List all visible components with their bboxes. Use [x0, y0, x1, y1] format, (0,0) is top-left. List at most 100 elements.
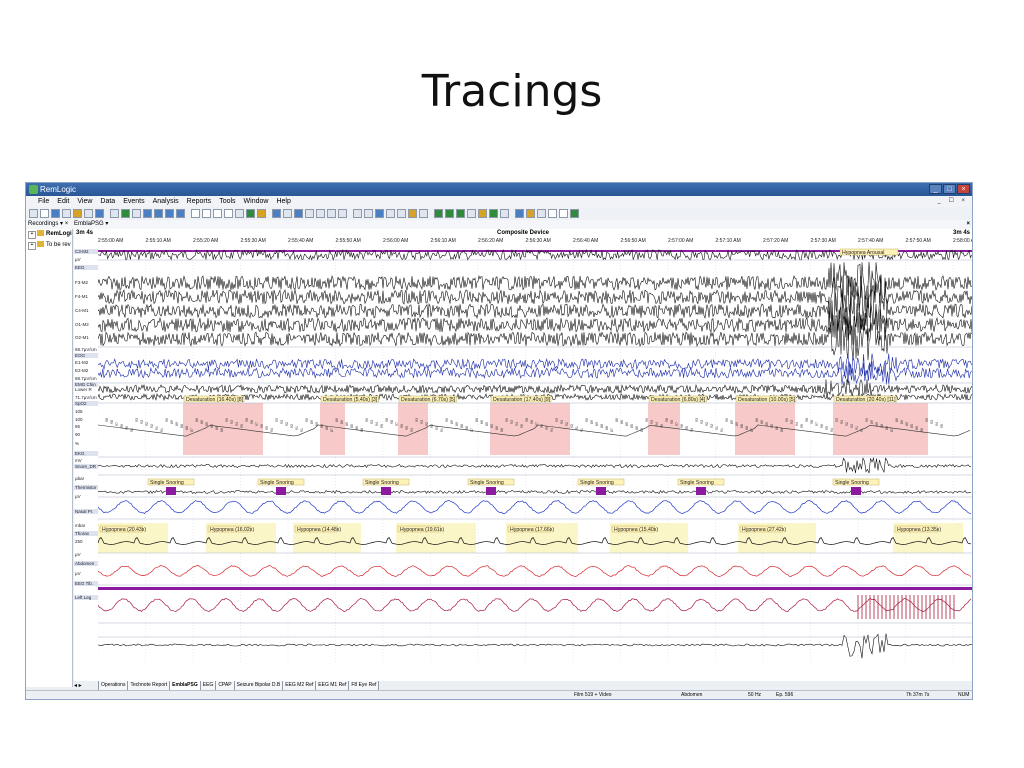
toolbar-tool-icon[interactable]: [338, 209, 347, 218]
toolbar-tool-icon[interactable]: [489, 209, 498, 218]
desaturation-region: [648, 403, 680, 455]
spo2-value-label: 86: [760, 420, 764, 424]
toolbar-tool-icon[interactable]: [515, 209, 524, 218]
toolbar-tool-icon[interactable]: [419, 209, 428, 218]
toolbar-tool-icon[interactable]: [445, 209, 454, 218]
toolbar-tool-icon[interactable]: [537, 209, 546, 218]
toolbar-tool-icon[interactable]: [143, 209, 152, 218]
toolbar-tool-icon[interactable]: [408, 209, 417, 218]
channel-label: E1-M2: [75, 360, 89, 365]
spo2-value-label: 88: [880, 424, 884, 428]
menu-window[interactable]: Window: [244, 196, 269, 207]
toolbar-tool-icon[interactable]: [364, 209, 373, 218]
signal-traces[interactable]: 98 98 98 98 98 9898 98 98 98 98 9897 97 97 97 97 9796 96…: [98, 247, 972, 663]
toolbar-tool-icon[interactable]: [29, 209, 38, 218]
toolbar-tool-icon[interactable]: [110, 209, 119, 218]
spo2-value-label: 95: [520, 424, 524, 428]
toolbar-tool-icon[interactable]: [500, 209, 509, 218]
embla-pane-header[interactable]: EmblaPSG ▾: [74, 220, 108, 229]
toolbar-tool-icon[interactable]: [84, 209, 93, 218]
toolbar-tool-icon[interactable]: [132, 209, 141, 218]
menu-tools[interactable]: Tools: [219, 196, 235, 207]
spo2-value-label: 85: [210, 424, 214, 428]
toolbar-tool-icon[interactable]: [570, 209, 579, 218]
thermistor-trace: [98, 500, 972, 515]
toolbar-tool-icon[interactable]: [327, 209, 336, 218]
spo2-value-label: 86: [895, 418, 899, 422]
minimize-button[interactable]: _: [929, 184, 942, 194]
menu-analysis[interactable]: Analysis: [153, 196, 179, 207]
toolbar-tool-icon[interactable]: [316, 209, 325, 218]
menu-file[interactable]: File: [38, 196, 49, 207]
mdi-controls[interactable]: _ ☐ ×: [937, 196, 968, 207]
spo2-value-label: 91: [575, 426, 579, 430]
spo2-value-label: 95: [240, 424, 244, 428]
expand-icon[interactable]: +: [28, 231, 36, 239]
toolbar-tool-icon[interactable]: [434, 209, 443, 218]
toolbar-tool-icon[interactable]: [548, 209, 557, 218]
toolbar-tool-icon[interactable]: [294, 209, 303, 218]
toolbar-tool-icon[interactable]: [386, 209, 395, 218]
spo2-value-label: 90: [585, 418, 589, 422]
toolbar-tool-icon[interactable]: [235, 209, 244, 218]
toolbar-tool-icon[interactable]: [478, 209, 487, 218]
toolbar-tool-icon[interactable]: [283, 209, 292, 218]
toolbar-tool-icon[interactable]: [202, 209, 211, 218]
toolbar-tool-icon[interactable]: [272, 209, 281, 218]
toolbar-tool-icon[interactable]: [62, 209, 71, 218]
menu-data[interactable]: Data: [100, 196, 115, 207]
abdomen-band: [98, 587, 972, 590]
toolbar-tool-icon[interactable]: [165, 209, 174, 218]
toolbar-tool-icon[interactable]: [353, 209, 362, 218]
menu-help[interactable]: Help: [276, 196, 290, 207]
toolbar-tool-icon[interactable]: [154, 209, 163, 218]
status-film: Film 519 + Video: [574, 692, 612, 698]
maximize-button[interactable]: □: [943, 184, 956, 194]
toolbar-tool-icon[interactable]: [397, 209, 406, 218]
toolbar-tool-icon[interactable]: [257, 209, 266, 218]
menu-events[interactable]: Events: [123, 196, 144, 207]
toolbar-tool-icon[interactable]: [73, 209, 82, 218]
app-window: RemLogic _ □ × File Edit View Data Events Ana…: [25, 182, 973, 700]
toolbar-tool-icon[interactable]: [467, 209, 476, 218]
spo2-value-label: 89: [170, 420, 174, 424]
spo2-value-label: 90: [165, 418, 169, 422]
toolbar-tool-icon[interactable]: [224, 209, 233, 218]
spo2-value-label: 91: [715, 426, 719, 430]
spo2-value-label: 88: [885, 426, 889, 430]
spo2-value-label: 97: [535, 422, 539, 426]
recordings-tree: + RemLogi + To be rev: [26, 229, 73, 687]
toolbar-tool-icon[interactable]: [213, 209, 222, 218]
toolbar-tool-icon[interactable]: [246, 209, 255, 218]
menu-edit[interactable]: Edit: [57, 196, 69, 207]
spo2-value-label: 95: [545, 426, 549, 430]
toolbar-tool-icon[interactable]: [456, 209, 465, 218]
toolbar-tool-icon[interactable]: [375, 209, 384, 218]
spo2-value-label: 90: [305, 418, 309, 422]
menu-reports[interactable]: Reports: [187, 196, 212, 207]
recordings-pane-header[interactable]: Recordings ▾ ×: [28, 220, 68, 229]
spo2-value-label: 85: [350, 424, 354, 428]
toolbar-tool-icon[interactable]: [559, 209, 568, 218]
expand-icon[interactable]: +: [28, 242, 36, 250]
toolbar-tool-icon[interactable]: [176, 209, 185, 218]
toolbar-tool-icon[interactable]: [51, 209, 60, 218]
toolbar-tool-icon[interactable]: [191, 209, 200, 218]
toolbar-tool-icon[interactable]: [121, 209, 130, 218]
signal-view[interactable]: 3m 4s Composite Device 3m 4s 2:55:00 AM 2…: [74, 229, 972, 681]
spo2-value-label: 94: [830, 428, 834, 432]
toolbar-tool-icon[interactable]: [40, 209, 49, 218]
tree-item[interactable]: + To be rev: [26, 240, 72, 251]
spo2-value-label: 85: [905, 422, 909, 426]
spo2-value-label: 86: [480, 420, 484, 424]
close-button[interactable]: ×: [957, 184, 970, 194]
channel-label: 105: [75, 409, 83, 414]
toolbar-tool-icon[interactable]: [95, 209, 104, 218]
menu-view[interactable]: View: [77, 196, 92, 207]
toolbar-tool-icon[interactable]: [305, 209, 314, 218]
toolbar-tool-icon[interactable]: [526, 209, 535, 218]
spo2-value-label: 86: [615, 418, 619, 422]
folder-icon: [37, 230, 44, 236]
tree-item[interactable]: + RemLogi: [26, 229, 72, 240]
close-view-icon[interactable]: ×: [966, 220, 970, 229]
